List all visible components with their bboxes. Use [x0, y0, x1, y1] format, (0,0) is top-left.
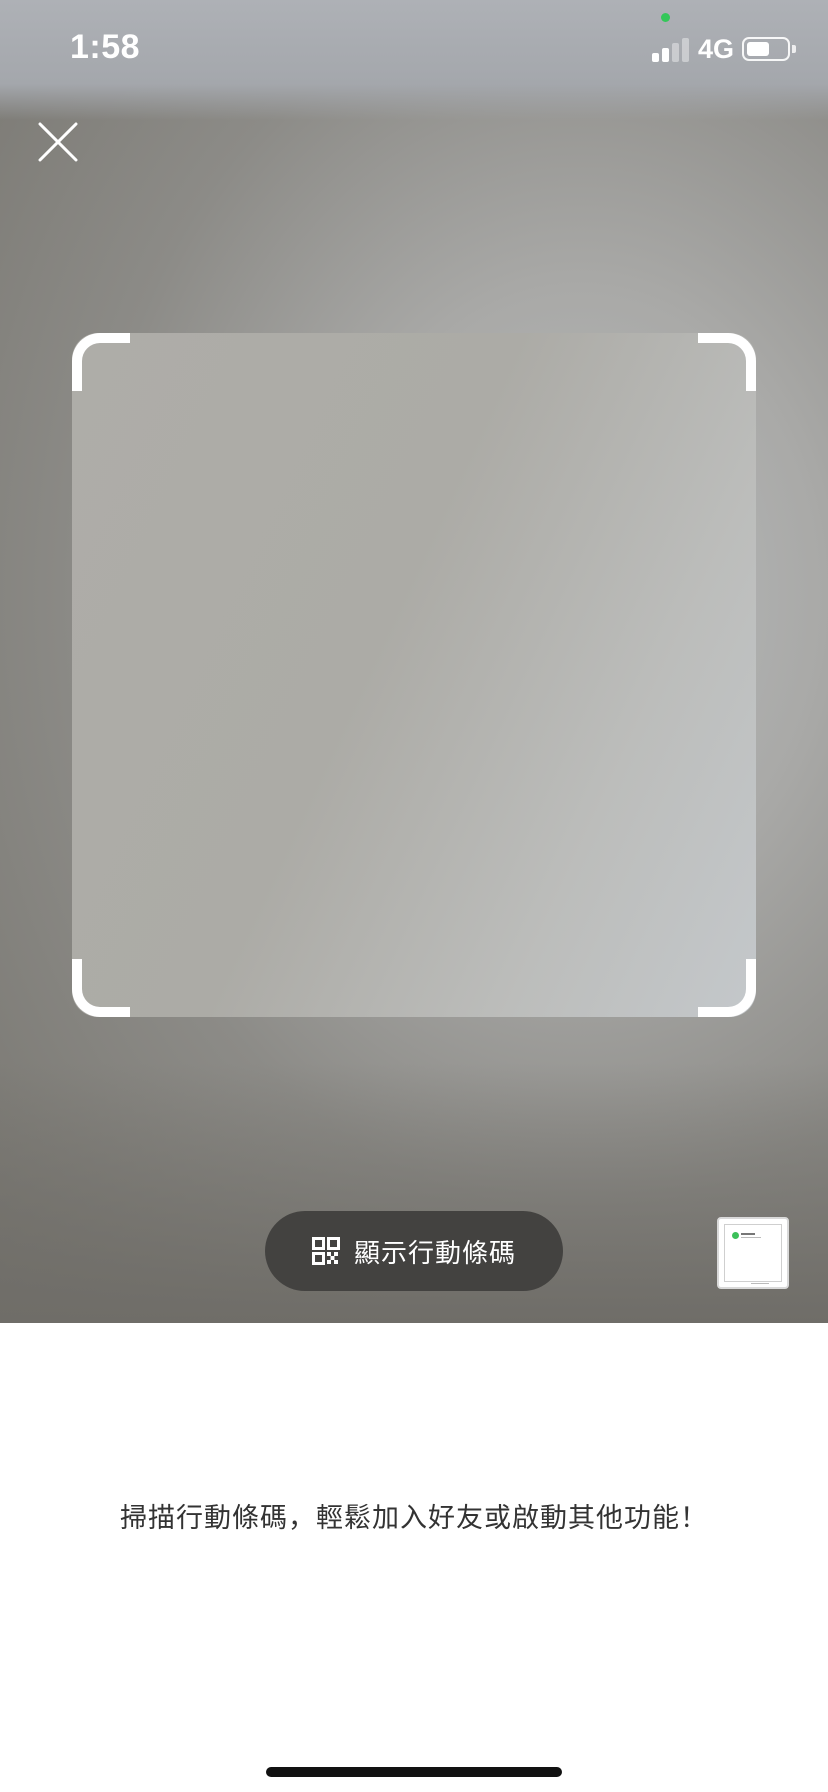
network-type: 4G	[698, 34, 735, 64]
close-button[interactable]	[34, 118, 82, 166]
show-qr-code-button[interactable]: 顯示行動條碼	[265, 1211, 563, 1291]
show-qr-code-label: 顯示行動條碼	[353, 1238, 516, 1269]
home-indicator[interactable]	[266, 1767, 562, 1777]
signal-bar	[682, 38, 689, 62]
scan-corner-bottom-left	[72, 959, 130, 1017]
thumbnail-line	[741, 1233, 755, 1235]
scan-corner-top-left	[72, 333, 130, 391]
thumbnail-dot	[732, 1232, 739, 1239]
scan-corner-top-right	[698, 333, 756, 391]
gallery-button[interactable]	[717, 1217, 789, 1289]
status-bar: 1:58 4G	[0, 0, 828, 100]
gallery-thumbnail	[724, 1224, 782, 1284]
scan-corner-bottom-right	[698, 959, 756, 1017]
qr-code-icon	[311, 1237, 340, 1265]
camera-in-use-indicator	[661, 13, 670, 22]
battery-level	[747, 42, 769, 56]
signal-strength-icon	[652, 36, 690, 62]
signal-bar	[652, 53, 659, 62]
scan-area	[72, 333, 756, 1017]
thumbnail-line	[741, 1237, 761, 1238]
scan-hint-text: 掃描行動條碼，輕鬆加入好友或啟動其他功能！	[120, 1503, 708, 1534]
thumbnail-line	[751, 1283, 769, 1284]
status-time: 1:58	[70, 28, 141, 66]
bottom-panel: 掃描行動條碼，輕鬆加入好友或啟動其他功能！	[0, 1323, 828, 1792]
signal-bar	[672, 43, 679, 62]
battery-icon	[742, 37, 796, 61]
battery-nub	[792, 45, 796, 53]
close-icon	[38, 122, 78, 162]
signal-bar	[662, 48, 669, 62]
